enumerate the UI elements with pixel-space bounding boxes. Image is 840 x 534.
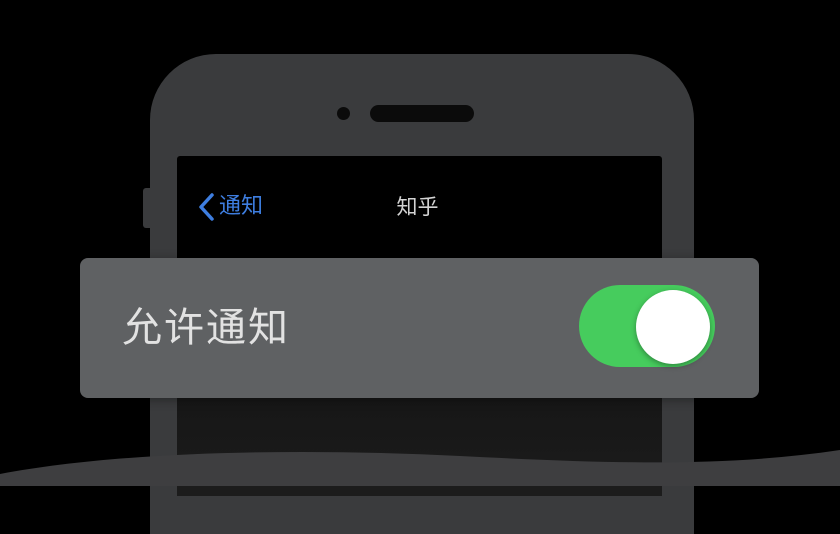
allow-notifications-toggle[interactable] (579, 285, 715, 367)
allow-notifications-row: 允许通知 (80, 258, 759, 398)
earpiece-speaker (370, 105, 474, 122)
toggle-knob (636, 290, 710, 364)
bottom-wave (0, 450, 840, 486)
allow-notifications-label: 允许通知 (122, 305, 290, 351)
back-button-label: 通知 (219, 194, 264, 219)
front-camera (337, 107, 350, 120)
chevron-left-icon (197, 192, 215, 222)
page-title: 知乎 (396, 195, 439, 219)
back-button[interactable]: 通知 (197, 192, 263, 222)
